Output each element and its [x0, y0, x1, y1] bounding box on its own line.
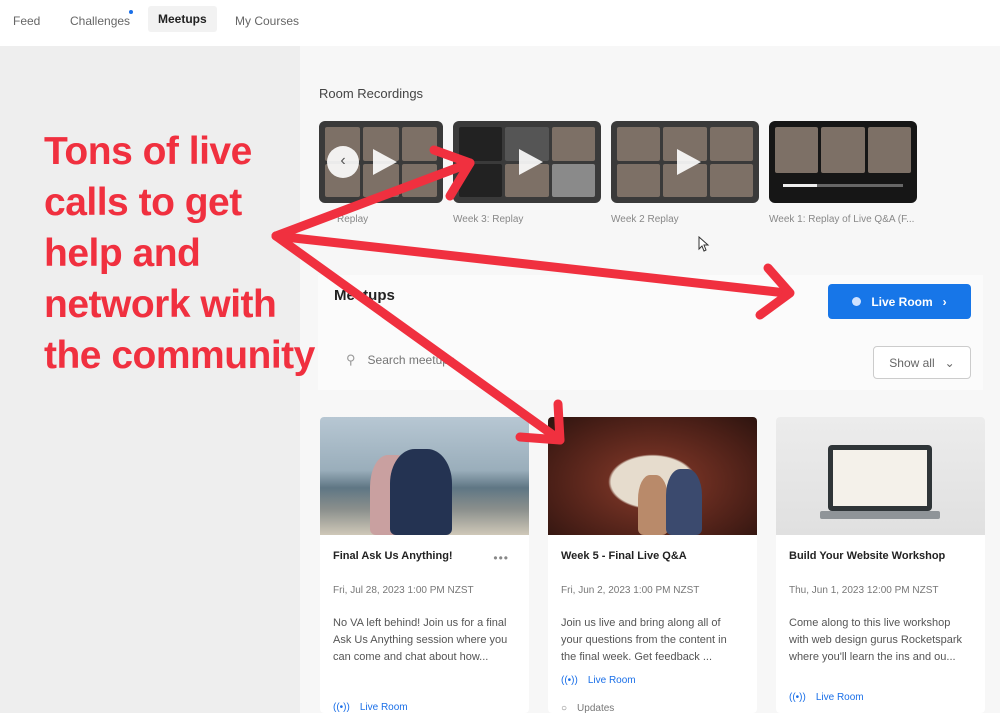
play-icon: [519, 149, 543, 175]
meetup-description: Come along to this live workshop with we…: [789, 617, 963, 663]
recording-thumbnail[interactable]: [769, 121, 917, 203]
live-room-link[interactable]: ((•)) Live Room: [561, 675, 636, 686]
annotation-line: calls to get: [44, 181, 242, 224]
meetup-description: No VA left behind! Join us for a final A…: [333, 617, 508, 663]
annotation-line: the community: [44, 334, 315, 377]
meetup-title: Week 5 - Final Live Q&A: [561, 550, 687, 562]
circle-icon: ○: [561, 703, 568, 713]
meetup-card[interactable]: Final Ask Us Anything! ••• Fri, Jul 28, …: [320, 417, 529, 713]
broadcast-icon: ((•)): [333, 702, 350, 713]
updates-link[interactable]: ○ Updates: [561, 703, 614, 713]
show-all-dropdown[interactable]: Show all ⌄: [873, 346, 971, 379]
more-options-icon[interactable]: •••: [493, 551, 509, 565]
tab-challenges[interactable]: Challenges: [70, 12, 130, 30]
meetup-image: [548, 417, 757, 535]
recording-caption: Week 2 Replay: [611, 214, 679, 225]
play-icon: [373, 149, 397, 175]
live-room-label: Live Room: [871, 294, 933, 309]
live-room-button[interactable]: Live Room ›: [828, 284, 971, 319]
search-input[interactable]: [365, 352, 850, 368]
recording-thumbnail[interactable]: [611, 121, 759, 203]
live-room-link[interactable]: ((•)) Live Room: [789, 692, 864, 703]
recording-thumbnail[interactable]: [453, 121, 601, 203]
video-progress-bar[interactable]: [783, 184, 903, 187]
updates-label: Updates: [577, 703, 615, 713]
tab-my-courses[interactable]: My Courses: [235, 12, 299, 30]
broadcast-icon: ((•)): [789, 692, 806, 703]
meetup-title: Final Ask Us Anything!: [333, 550, 453, 562]
meetup-description: Join us live and bring along all of your…: [561, 617, 727, 663]
chevron-right-icon: ›: [942, 294, 947, 309]
live-indicator-icon: [852, 297, 862, 306]
chevron-down-icon: ⌄: [944, 355, 955, 370]
meetup-date: Fri, Jul 28, 2023 1:00 PM NZST: [333, 585, 474, 596]
annotation-line: help and: [44, 232, 201, 275]
meetup-date: Fri, Jun 2, 2023 1:00 PM NZST: [561, 585, 700, 596]
tab-feed[interactable]: Feed: [13, 12, 40, 30]
annotation-line: Tons of live: [44, 130, 252, 173]
live-room-link-label: Live Room: [587, 675, 636, 686]
tab-meetups[interactable]: Meetups: [148, 6, 217, 32]
annotation-line: network with: [44, 283, 277, 326]
play-icon: [677, 149, 701, 175]
mouse-cursor-icon: [698, 236, 710, 252]
search-row: ⚲: [346, 352, 850, 368]
broadcast-icon: ((•)): [561, 675, 578, 686]
meetup-title: Build Your Website Workshop: [789, 550, 946, 562]
live-room-link-label: Live Room: [359, 702, 408, 713]
meetup-card[interactable]: Week 5 - Final Live Q&A Fri, Jun 2, 2023…: [548, 417, 757, 713]
meetup-image: [320, 417, 529, 535]
recording-caption: Week 3: Replay: [453, 214, 524, 225]
show-all-label: Show all: [889, 355, 935, 370]
annotation-text: Tons of live calls to get help and netwo…: [44, 126, 364, 381]
live-room-link-label: Live Room: [815, 692, 864, 703]
meetup-image: [776, 417, 985, 535]
live-room-link[interactable]: ((•)) Live Room: [333, 702, 408, 713]
notification-dot: [129, 10, 133, 14]
recordings-title: Room Recordings: [319, 86, 424, 101]
meetup-card[interactable]: Build Your Website Workshop Thu, Jun 1, …: [776, 417, 985, 713]
meetup-date: Thu, Jun 1, 2023 12:00 PM NZST: [789, 585, 939, 596]
top-nav: Feed Challenges Meetups My Courses: [0, 0, 1000, 46]
recording-caption: Week 1: Replay of Live Q&A (F...: [769, 214, 915, 225]
